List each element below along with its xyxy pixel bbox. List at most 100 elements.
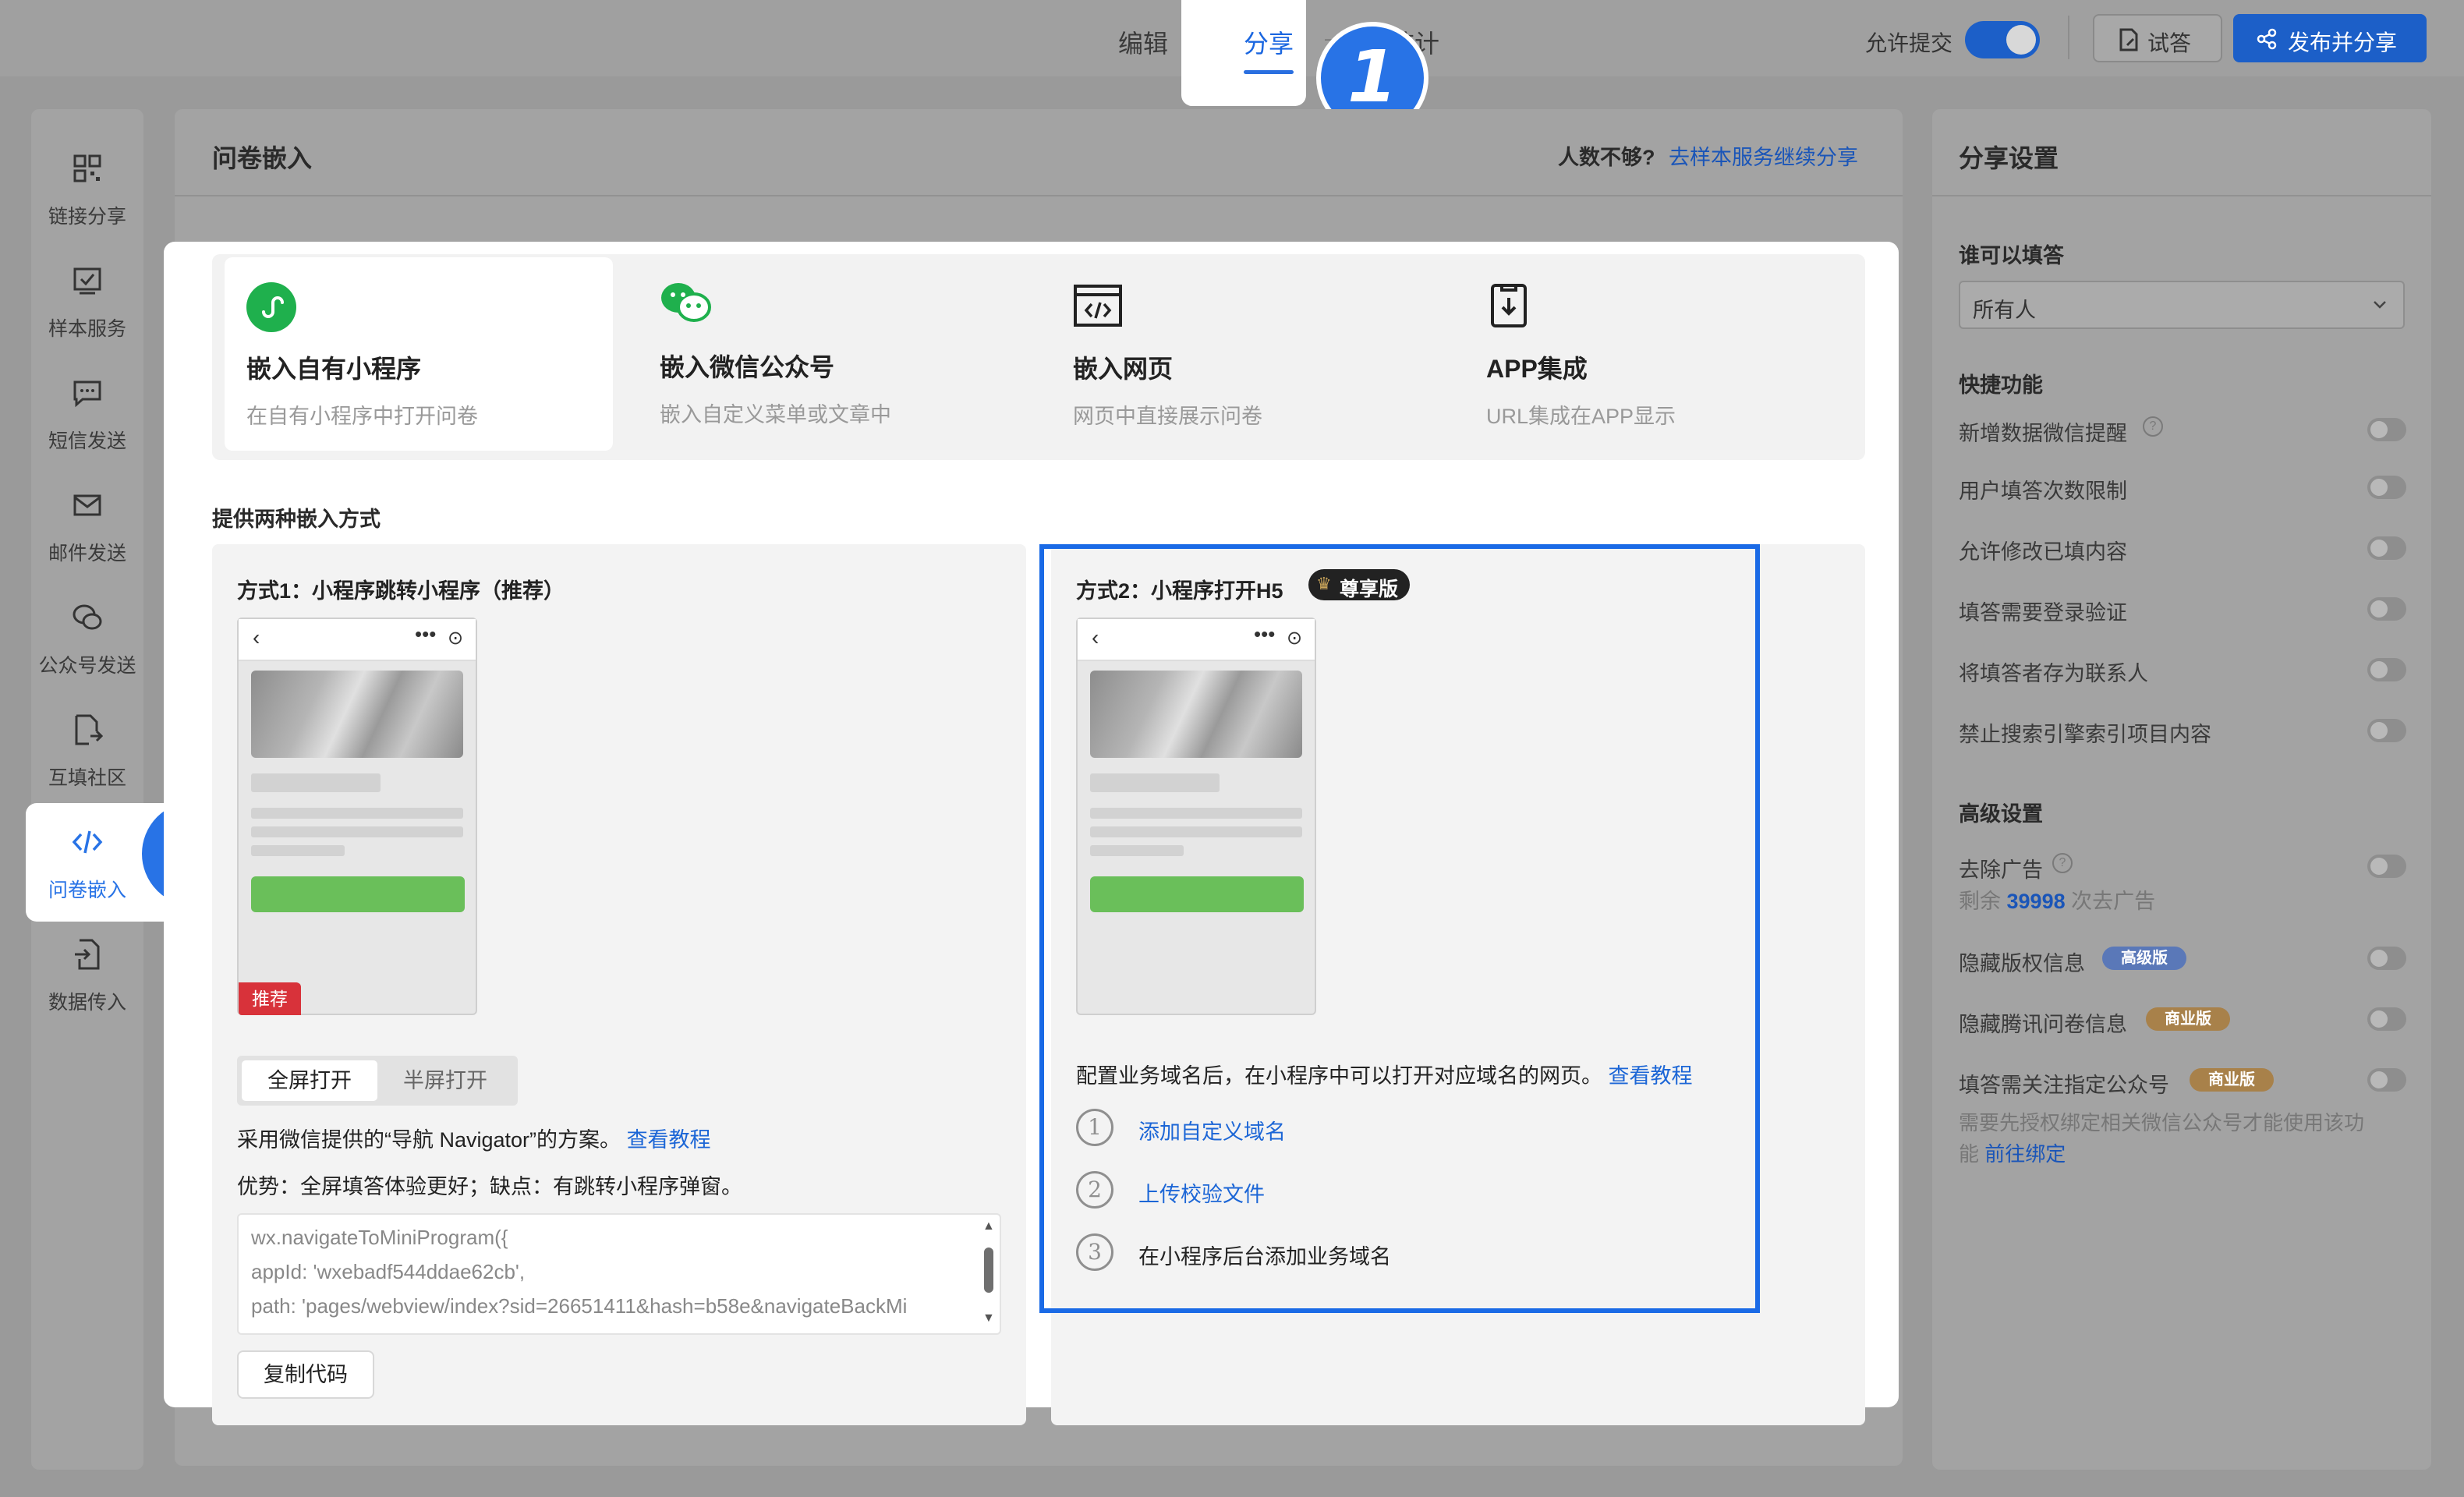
add-domain-link[interactable]: 添加自定义域名 [1138,1115,1286,1145]
setting-label: 去除广告 [1959,858,2043,882]
check-box-icon [73,267,101,295]
step-edit[interactable]: 编辑 [1118,24,1168,60]
method2-tutorial-link[interactable]: 查看教程 [1609,1064,1693,1088]
app-download-icon [1491,284,1527,327]
no-index-toggle[interactable] [2367,719,2406,742]
method2-title: 方式2：小程序打开H5 [1076,579,1283,603]
allow-submit-toggle[interactable] [1965,21,2040,58]
scroll-thumb[interactable] [984,1248,993,1293]
upload-file-link[interactable]: 上传校验文件 [1138,1177,1265,1208]
remaining-count: 39998 [2006,890,2066,913]
publish-share-button[interactable]: 发布并分享 [2233,14,2427,62]
halfscreen-tab[interactable]: 半屏打开 [377,1060,513,1101]
sidebar-item-sample-service[interactable]: 样本服务 [31,251,143,352]
advanced-settings-label: 高级设置 [1959,802,2043,826]
chevron-down-icon [2374,301,2386,309]
tab-title[interactable]: 嵌入微信公众号 [660,348,834,384]
placeholder-button [1090,876,1304,912]
tab-subtitle: 在自有小程序中打开问卷 [246,405,478,428]
method2-desc: 配置业务域名后，在小程序中可以打开对应域名的网页。 查看教程 [1076,1059,1693,1089]
sample-service-link[interactable]: 去样本服务继续分享 [1669,140,1858,171]
who-can-answer-label: 谁可以填答 [1959,244,2064,267]
tab-title[interactable]: APP集成 [1486,349,1588,385]
sidebar-item-sms[interactable]: 短信发送 [31,363,143,465]
placeholder-line [251,845,345,856]
bind-link[interactable]: 前往绑定 [1984,1142,2066,1166]
setting-label: 隐藏腾讯问卷信息 [1959,1013,2127,1036]
who-can-answer-select[interactable]: 所有人 [1959,281,2405,329]
sidebar-item-link-share[interactable]: 链接分享 [31,139,143,240]
remove-ads-toggle[interactable] [2367,855,2406,878]
back-icon: ‹ [253,625,260,649]
remaining-suffix: 次去广告 [2071,890,2156,913]
more-icon: ••• [1254,622,1276,646]
fullscreen-tab[interactable]: 全屏打开 [242,1060,377,1101]
share-step-highlight: 分享 [1181,0,1306,106]
wechat-icon [73,604,102,630]
active-step-underline [1244,70,1294,74]
hide-copyright-toggle[interactable] [2367,947,2406,970]
who-can-answer-value: 所有人 [1973,299,2036,322]
step-share[interactable]: 分享 [1244,24,1294,60]
remaining-ads-text: 剩余 39998 次去广告 [1959,884,2155,915]
scroll-up-icon[interactable]: ▲ [982,1219,995,1233]
help-icon[interactable]: ? [2052,853,2073,873]
code-snippet-box[interactable]: wx.navigateToMiniProgram({ appId: 'wxeba… [237,1213,1001,1335]
file-import-icon [75,939,100,970]
section-label: 提供两种嵌入方式 [212,508,381,531]
method1-title: 方式1：小程序跳转小程序（推荐） [237,579,565,603]
wechat-notify-toggle[interactable] [2367,418,2406,441]
step-number: 3 [1076,1233,1113,1271]
scrollbar[interactable]: ▲ ▼ [979,1219,998,1329]
login-required-toggle[interactable] [2367,597,2406,621]
phone-nav-bar: ‹ ••• ⊙ [1078,619,1315,661]
miniprogram-icon [246,282,296,332]
page-title: 问卷嵌入 [212,144,313,172]
sidebar-item-wechat-send[interactable]: 公众号发送 [31,588,143,689]
remaining-prefix: 剩余 [1959,890,2001,913]
webpage-code-icon [1074,285,1122,327]
help-icon[interactable]: ? [2143,416,2163,437]
sidebar-item-label: 样本服务 [48,318,126,340]
trial-button[interactable]: 试答 [2093,14,2222,62]
method1-tutorial-link[interactable]: 查看教程 [627,1128,711,1152]
sidebar-item-data-import[interactable]: 数据传入 [31,925,143,1026]
mail-icon [73,494,101,516]
sidebar-item-embed[interactable]: 问卷嵌入 [31,812,143,914]
sidebar-item-label: 问卷嵌入 [48,879,126,901]
hide-tencent-toggle[interactable] [2367,1007,2406,1031]
advanced-edition-badge: 高级版 [2102,947,2186,970]
badge-label: 商业版 [2208,1071,2255,1088]
follow-account-toggle[interactable] [2367,1068,2406,1092]
setting-label: 新增数据微信提醒 [1959,422,2127,445]
premium-badge-label: 尊享版 [1340,579,1399,600]
premium-badge: ♛ 尊享版 [1308,569,1410,600]
setting-label: 用户填答次数限制 [1959,480,2127,503]
wechat-icon [661,283,711,322]
save-contact-toggle[interactable] [2367,658,2406,681]
code-icon [72,830,103,854]
answer-limit-toggle[interactable] [2367,476,2406,499]
business-edition-badge: 商业版 [2190,1068,2274,1092]
method2-desc-text: 配置业务域名后，在小程序中可以打开对应域名的网页。 [1076,1064,1602,1088]
code-line: wx.navigateToMiniProgram({ [251,1226,508,1249]
setting-label: 允许修改已填内容 [1959,540,2127,564]
sidebar-item-community[interactable]: 互填社区 [31,700,143,802]
qrcode-icon [73,154,101,182]
tab-title[interactable]: 嵌入网页 [1073,349,1173,385]
code-line: path: 'pages/webview/index?sid=26651411&… [251,1294,908,1318]
sidebar-item-label: 链接分享 [48,206,126,228]
method1-desc: 采用微信提供的“导航 Navigator”的方案。 查看教程 [237,1123,711,1153]
copy-code-button[interactable]: 复制代码 [237,1350,374,1399]
capsule-close-icon: ⊙ [448,628,464,649]
step-number: 1 [1076,1109,1113,1146]
back-icon: ‹ [1092,625,1099,649]
divider [1932,195,2431,196]
business-edition-badge: 商业版 [2146,1007,2230,1031]
sidebar-item-email[interactable]: 邮件发送 [31,476,143,577]
setting-label: 将填答者存为联系人 [1959,662,2148,685]
allow-edit-toggle[interactable] [2367,536,2406,560]
scroll-down-icon[interactable]: ▼ [982,1311,995,1325]
follow-account-note: 需要先授权绑定相关微信公众号才能使用该功能 前往绑定 [1959,1107,2380,1170]
doc-edit-icon [2119,28,2138,51]
